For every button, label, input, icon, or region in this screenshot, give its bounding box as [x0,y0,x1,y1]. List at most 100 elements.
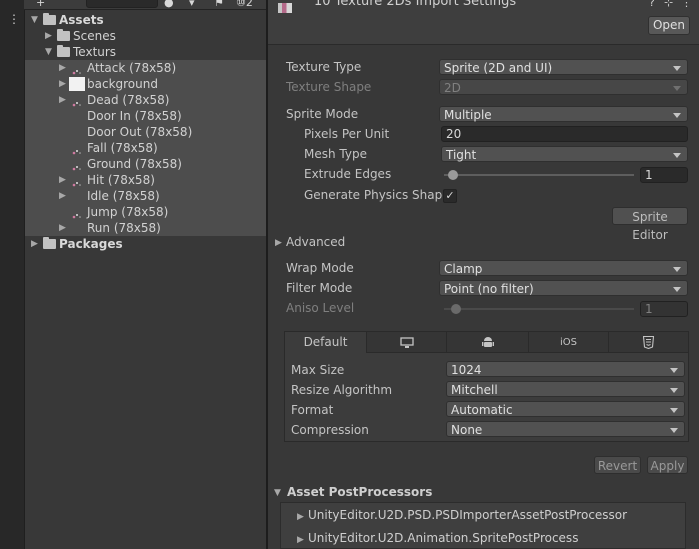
favorite-icon[interactable]: ⚑ [214,0,224,9]
chevron-down-icon [673,113,681,118]
android-icon [481,337,494,347]
revert-button[interactable]: Revert [594,456,641,474]
aniso-level-slider-handle [451,304,461,314]
filter-dropdown-icon[interactable]: ▾ [189,0,195,9]
filter-mode-dropdown[interactable]: Point (no filter) [439,280,688,296]
tree-row[interactable]: ▶ Scenes [25,28,266,44]
sprite-mode-value: Multiple [444,108,492,122]
aniso-level-label: Aniso Level [286,301,355,315]
pixels-per-unit-field[interactable]: 20 [441,126,688,142]
tree-row[interactable]: ▶ Attack (78x58) [25,60,266,76]
texture-shape-label: Texture Shape [286,80,372,94]
filter-by-type-icon[interactable]: ● [164,0,174,9]
more-icon[interactable]: ⋮ [681,0,692,9]
postprocessors-title[interactable]: Asset PostProcessors [287,485,432,499]
chevron-right-icon[interactable]: ▶ [45,28,55,44]
chevron-down-icon[interactable]: ▼ [31,12,41,28]
resize-algorithm-dropdown[interactable]: Mitchell [446,381,685,397]
chevron-right-icon[interactable]: ▶ [59,60,69,76]
add-icon[interactable]: + [36,0,45,9]
sprite-mode-dropdown[interactable]: Multiple [439,106,688,122]
tree-row[interactable]: Fall (78x58) [25,140,266,156]
texture-type-dropdown[interactable]: Sprite (2D and UI) [439,59,688,75]
texture-shape-dropdown: 2D [439,79,688,95]
tree-row[interactable]: Jump (78x58) [25,204,266,220]
chevron-right-icon[interactable]: ▶ [59,92,69,108]
chevron-right-icon[interactable]: ▶ [59,172,69,188]
white-texture-thumbnail-icon [69,77,85,91]
chevron-down-icon [673,287,681,292]
item-foldout-arrow-icon[interactable]: ▶ [297,535,304,545]
format-value: Automatic [451,403,513,417]
tree-row-label: Attack (78x58) [87,61,177,75]
max-size-dropdown[interactable]: 1024 [446,361,685,377]
postprocessor-item[interactable]: UnityEditor.U2D.PSD.PSDImporterAssetPost… [308,508,627,522]
tab-android[interactable] [447,332,529,353]
wrap-mode-dropdown[interactable]: Clamp [439,260,688,276]
tree-row[interactable]: ▶ Dead (78x58) [25,92,266,108]
item-foldout-arrow-icon[interactable]: ▶ [297,512,304,522]
platform-settings-box: Default iOS Max Size 1024 Resize Algorit… [284,331,689,442]
mesh-type-dropdown[interactable]: Tight [441,146,688,162]
sprite-editor-button[interactable]: Sprite Editor [612,207,688,242]
tree-row-label: background [87,77,158,91]
mesh-type-value: Tight [446,148,477,162]
chevron-right-icon[interactable]: ▶ [59,188,69,204]
tab-ios[interactable]: iOS [529,332,609,353]
tree-row[interactable]: ▶ Run (78x58) [25,220,266,236]
format-dropdown[interactable]: Automatic [446,401,685,417]
preset-icon[interactable]: ⊹ [664,0,673,9]
folder-icon [43,13,56,25]
extrude-edges-slider-handle[interactable] [448,170,458,180]
chevron-down-icon [673,267,681,272]
tab-default[interactable]: Default [285,332,367,353]
postprocessors-foldout-arrow-icon[interactable]: ▼ [274,488,281,498]
project-toolbar: + ● ▾ ⚑ ⑩2 [24,0,266,10]
filter-mode-value: Point (no filter) [444,282,534,296]
tree-row[interactable]: ▶ background [25,76,266,92]
extrude-edges-slider-track[interactable] [444,174,634,176]
advanced-foldout-label[interactable]: Advanced [286,235,345,249]
compression-dropdown[interactable]: None [446,421,685,437]
texture-shape-value: 2D [444,81,461,95]
tree-row-label: Hit (78x58) [87,173,155,187]
extrude-edges-field[interactable]: 1 [640,167,688,183]
max-size-label: Max Size [291,363,345,377]
chevron-down-icon [670,428,678,433]
generate-physics-shape-label: Generate Physics Shape [304,188,450,202]
tree-row-label: Scenes [73,29,116,43]
tab-webgl[interactable] [609,332,688,353]
texture-type-value: Sprite (2D and UI) [444,61,553,75]
tree-row[interactable]: Ground (78x58) [25,156,266,172]
pixels-per-unit-label: Pixels Per Unit [304,127,390,141]
tree-row[interactable]: ▼ Assets [25,12,266,28]
chevron-down-icon [673,86,681,91]
search-input[interactable] [86,0,158,8]
tree-row[interactable]: ▶ Idle (78x58) [25,188,266,204]
chevron-right-icon[interactable]: ▶ [31,236,41,252]
tree-row[interactable]: Door Out (78x58) [25,124,266,140]
max-size-value: 1024 [451,363,482,377]
hidden-packages-icon[interactable]: ⑩2 [236,0,253,9]
generate-physics-shape-checkbox[interactable]: ✓ [443,189,457,203]
postprocessor-item[interactable]: UnityEditor.U2D.Animation.SpritePostProc… [308,531,578,545]
tree-row-label: Jump (78x58) [87,205,169,219]
tree-row-label: Dead (78x58) [87,93,170,107]
tree-row[interactable]: ▶ Packages [25,236,266,252]
help-icon[interactable]: ? [649,0,655,9]
tree-row[interactable]: ▶ Hit (78x58) [25,172,266,188]
tree-row-label: Door Out (78x58) [87,125,193,139]
tab-standalone[interactable] [367,332,447,353]
apply-button[interactable]: Apply [647,456,688,474]
chevron-right-icon[interactable]: ▶ [59,76,69,92]
open-button[interactable]: Open [648,16,690,35]
advanced-foldout-arrow-icon[interactable]: ▶ [275,238,282,248]
more-options-icon[interactable]: ⋮ [8,12,20,26]
wrap-mode-value: Clamp [444,262,483,276]
chevron-down-icon[interactable]: ▼ [45,44,55,60]
tree-row[interactable]: Door In (78x58) [25,108,266,124]
aniso-level-slider-track [444,308,634,310]
chevron-right-icon[interactable]: ▶ [59,220,69,236]
resize-algorithm-value: Mitchell [451,383,498,397]
tree-row[interactable]: ▼ Texturs [25,44,266,60]
